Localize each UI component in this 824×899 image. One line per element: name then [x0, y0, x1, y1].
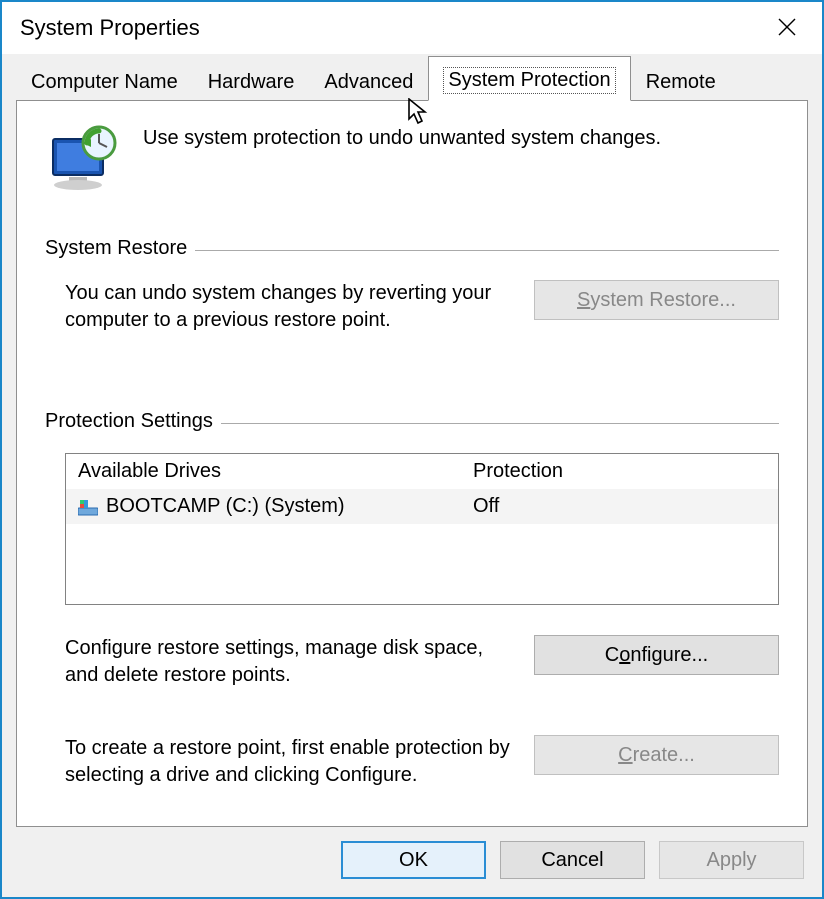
client-area: Computer Name Hardware Advanced System P…: [2, 54, 822, 897]
system-properties-window: System Properties Computer Name Hardware…: [0, 0, 824, 899]
tab-hardware[interactable]: Hardware: [193, 62, 310, 100]
system-protection-icon: [45, 125, 125, 195]
cancel-button[interactable]: Cancel: [500, 841, 645, 879]
window-title: System Properties: [20, 15, 200, 41]
divider: [221, 423, 779, 424]
drive-icon: [78, 499, 98, 515]
tab-system-protection[interactable]: System Protection: [428, 56, 630, 101]
divider: [195, 250, 779, 251]
group-system-restore-label: System Restore: [45, 237, 187, 260]
close-button[interactable]: [766, 10, 808, 44]
create-button: Create...: [534, 735, 779, 775]
titlebar: System Properties: [2, 2, 822, 54]
system-restore-description: You can undo system changes by reverting…: [65, 280, 514, 334]
tab-content: Use system protection to undo unwanted s…: [16, 100, 808, 827]
drive-name: BOOTCAMP (C:) (System): [106, 495, 345, 518]
configure-description: Configure restore settings, manage disk …: [65, 635, 514, 689]
system-restore-row: You can undo system changes by reverting…: [65, 280, 779, 334]
close-icon: [778, 18, 796, 36]
tabstrip: Computer Name Hardware Advanced System P…: [16, 54, 808, 100]
group-system-restore: System Restore: [45, 237, 779, 260]
col-header-protection: Protection: [473, 460, 766, 483]
ok-button[interactable]: OK: [341, 841, 486, 879]
tab-advanced[interactable]: Advanced: [309, 62, 428, 100]
configure-row: Configure restore settings, manage disk …: [65, 635, 779, 689]
tab-system-protection-label: System Protection: [443, 67, 615, 94]
system-restore-button: System Restore...: [534, 280, 779, 320]
drive-row[interactable]: BOOTCAMP (C:) (System) Off: [66, 489, 778, 524]
group-protection-settings: Protection Settings: [45, 410, 779, 433]
tab-remote[interactable]: Remote: [631, 62, 731, 100]
create-description: To create a restore point, first enable …: [65, 735, 514, 789]
apply-button: Apply: [659, 841, 804, 879]
create-row: To create a restore point, first enable …: [65, 735, 779, 789]
intro-row: Use system protection to undo unwanted s…: [45, 125, 779, 195]
group-protection-settings-label: Protection Settings: [45, 410, 213, 433]
tab-computer-name[interactable]: Computer Name: [16, 62, 193, 100]
dialog-footer: OK Cancel Apply: [16, 827, 808, 883]
drive-protection: Off: [473, 495, 766, 518]
drives-list-header: Available Drives Protection: [66, 454, 778, 489]
col-header-drives: Available Drives: [78, 460, 473, 483]
intro-text: Use system protection to undo unwanted s…: [143, 125, 661, 150]
configure-button[interactable]: Configure...: [534, 635, 779, 675]
drives-list[interactable]: Available Drives Protection: [65, 453, 779, 605]
